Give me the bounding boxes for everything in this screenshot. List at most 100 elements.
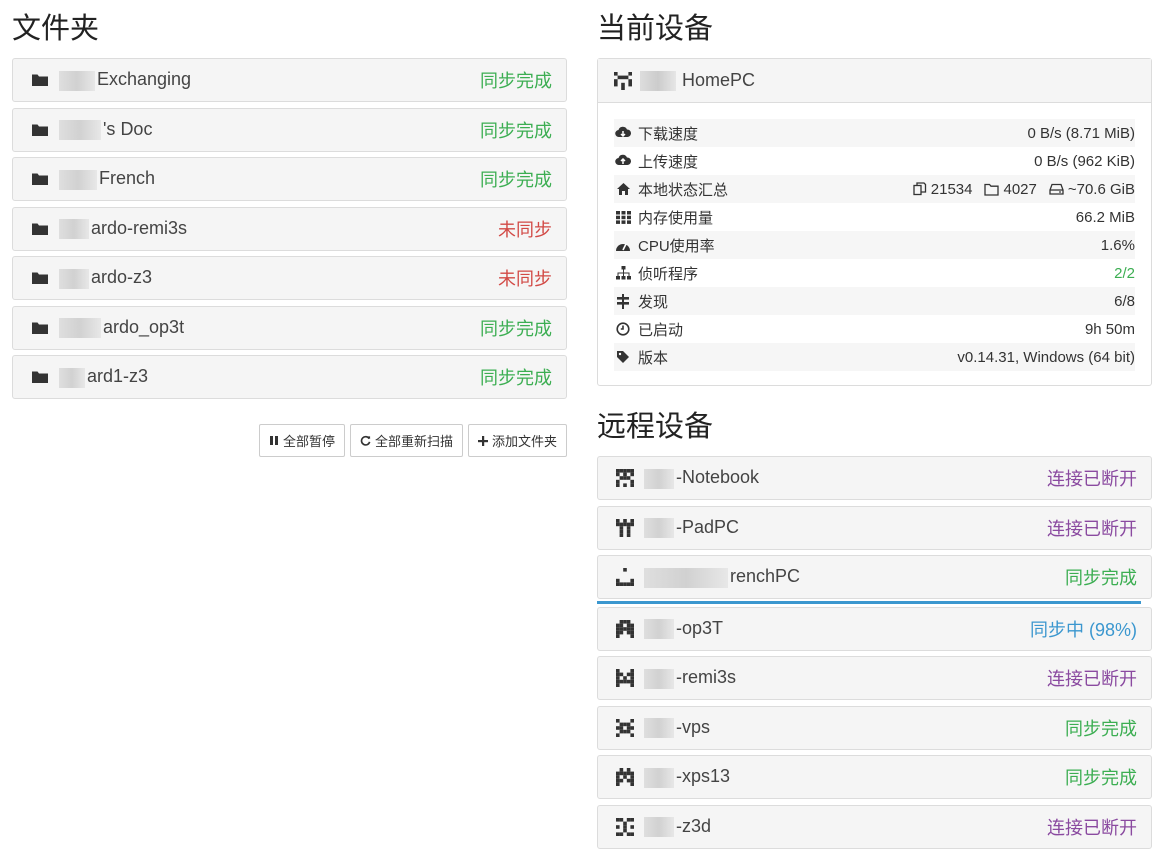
devices-section: 当前设备 HomePC 下载速度 0 B/s (8.71 MiB) 上传速度 0 B/…	[597, 0, 1152, 854]
folder-status: 同步完成	[480, 120, 552, 141]
tag-icon	[614, 350, 632, 364]
pause-all-label: 全部暂停	[282, 434, 335, 449]
stat-size: ~70.6 GiB	[1067, 180, 1135, 198]
stat-value: 6/8	[1114, 292, 1135, 310]
stat-value: 9h 50m	[1084, 320, 1135, 338]
folder-row[interactable]: 's Doc 同步完成	[12, 107, 567, 152]
stat-value: 1.6%	[1100, 236, 1135, 254]
device-stats: 下载速度 0 B/s (8.71 MiB) 上传速度 0 B/s (962 KiB) 本…	[598, 103, 1151, 371]
signpost-icon	[614, 293, 632, 309]
device-identicon-icon	[616, 817, 634, 836]
stat-value: 0 B/s (962 KiB)	[1034, 152, 1135, 170]
folder-name: ardo_op3t	[59, 317, 480, 339]
folder-label: ard1-z3	[87, 366, 149, 387]
plus-icon	[477, 435, 488, 446]
remote-device-row[interactable]: -PadPC 连接已断开	[597, 505, 1152, 550]
remote-device-label: renchPC	[730, 566, 801, 587]
pause-icon	[269, 435, 279, 446]
folders-section: 文件夹 Exchanging 同步完成's Doc 同步完成 French 同步完成 ar…	[12, 0, 567, 457]
rescan-all-button[interactable]: 全部重新扫描	[349, 424, 463, 457]
folder-label: ardo-z3	[91, 267, 153, 288]
device-identicon-icon	[616, 469, 634, 487]
remote-device-name: -remi3s	[644, 667, 1047, 689]
stat-label: 本地状态汇总	[638, 181, 729, 199]
remote-device-row[interactable]: -Notebook 连接已断开	[597, 456, 1152, 500]
stat-label: 下载速度	[638, 125, 699, 143]
stat-row: 本地状态汇总 21534 4027 ~70.6 GiB	[614, 175, 1135, 203]
redacted-name	[644, 718, 674, 739]
folder-row[interactable]: Exchanging 同步完成	[12, 58, 567, 102]
remote-device-name: renchPC	[644, 566, 1065, 588]
remote-device-name: -PadPC	[644, 517, 1047, 539]
stat-row: 内存使用量 66.2 MiB	[614, 203, 1135, 231]
folder-label: 's Doc	[103, 118, 153, 139]
remote-device-row[interactable]: renchPC 同步完成	[597, 555, 1152, 599]
redacted-name	[59, 169, 97, 190]
remote-device-status: 同步完成	[1065, 768, 1137, 788]
device-identicon-icon	[616, 518, 634, 537]
folder-row[interactable]: ardo_op3t 同步完成	[12, 305, 567, 350]
pause-all-button[interactable]: 全部暂停	[258, 424, 345, 457]
stat-row: 侦听程序 2/2	[614, 259, 1135, 287]
dashboard-icon	[614, 239, 632, 252]
folder-name: ard1-z3	[59, 366, 480, 388]
device-identicon-icon	[616, 568, 634, 586]
folder-icon	[31, 319, 49, 337]
folder-list: Exchanging 同步完成 's Doc 同步完成 French 同步完成 ardo-r…	[12, 58, 567, 399]
folder-label: ardo-remi3s	[91, 217, 188, 238]
add-folder-button[interactable]: 添加文件夹	[467, 424, 567, 457]
folder-name: ardo-z3	[59, 267, 498, 289]
folder-row[interactable]: ard1-z3 同步完成	[12, 355, 567, 399]
remote-device-row[interactable]: -op3T 同步中 (98%)	[597, 606, 1152, 651]
stat-label: 发现	[638, 293, 669, 311]
remote-device-status: 同步中 (98%)	[1029, 619, 1137, 640]
device-identicon-icon	[616, 718, 634, 737]
stat-dirs: 4027	[1003, 180, 1037, 198]
remote-device-name: -op3T	[644, 617, 1030, 640]
remote-device-label: -vps	[676, 716, 711, 737]
remote-devices-title: 远程设备	[597, 411, 714, 443]
device-identicon-icon	[616, 669, 634, 687]
folder-icon	[31, 71, 49, 89]
stat-row: 上传速度 0 B/s (962 KiB)	[614, 147, 1135, 175]
redacted-name	[59, 367, 85, 388]
this-device-name: HomePC	[682, 70, 756, 90]
rescan-all-label: 全部重新扫描	[374, 434, 453, 449]
home-icon	[614, 182, 632, 196]
remote-device-row[interactable]: -vps 同步完成	[597, 705, 1152, 750]
folder-outline-icon	[984, 183, 1000, 196]
folder-icon	[31, 170, 49, 188]
remote-device-row[interactable]: -remi3s 连接已断开	[597, 656, 1152, 700]
stat-label: CPU使用率	[638, 237, 715, 255]
folder-row[interactable]: ardo-remi3s 未同步	[12, 206, 567, 251]
remote-device-label: -op3T	[676, 617, 724, 638]
remote-device-name: -vps	[644, 716, 1065, 739]
stat-row: 下载速度 0 B/s (8.71 MiB)	[614, 119, 1135, 147]
folder-row[interactable]: French 同步完成	[12, 157, 567, 201]
redacted-name	[59, 318, 101, 339]
remote-device-status: 连接已断开	[1047, 469, 1137, 489]
stat-value: v0.14.31, Windows (64 bit)	[957, 348, 1135, 366]
remote-device-label: -z3d	[676, 815, 712, 836]
device-identicon-icon	[614, 71, 632, 90]
stat-value: 66.2 MiB	[1075, 208, 1135, 226]
redacted-name	[59, 219, 89, 240]
stat-value: 2/2	[1114, 264, 1135, 282]
folder-row[interactable]: ardo-z3 未同步	[12, 256, 567, 300]
this-device-card: HomePC 下载速度 0 B/s (8.71 MiB) 上传速度 0 B/s (96…	[597, 58, 1152, 386]
remote-device-label: -Notebook	[676, 467, 760, 488]
remote-device-status: 连接已断开	[1047, 817, 1137, 838]
folder-status: 同步完成	[480, 318, 552, 339]
stat-row: CPU使用率 1.6%	[614, 231, 1135, 259]
this-device-title: 当前设备	[597, 13, 714, 45]
stat-row: 版本 v0.14.31, Windows (64 bit)	[614, 343, 1135, 371]
folder-label: Exchanging	[97, 69, 192, 90]
remote-device-row[interactable]: -xps13 同步完成	[597, 755, 1152, 799]
device-identicon-icon	[616, 768, 634, 786]
folder-icon	[31, 269, 49, 287]
remote-device-row[interactable]: -z3d 连接已断开	[597, 804, 1152, 849]
this-device-header[interactable]: HomePC	[598, 59, 1151, 103]
redacted-name	[644, 767, 674, 788]
folder-icon	[31, 220, 49, 238]
redacted-name	[59, 120, 101, 141]
